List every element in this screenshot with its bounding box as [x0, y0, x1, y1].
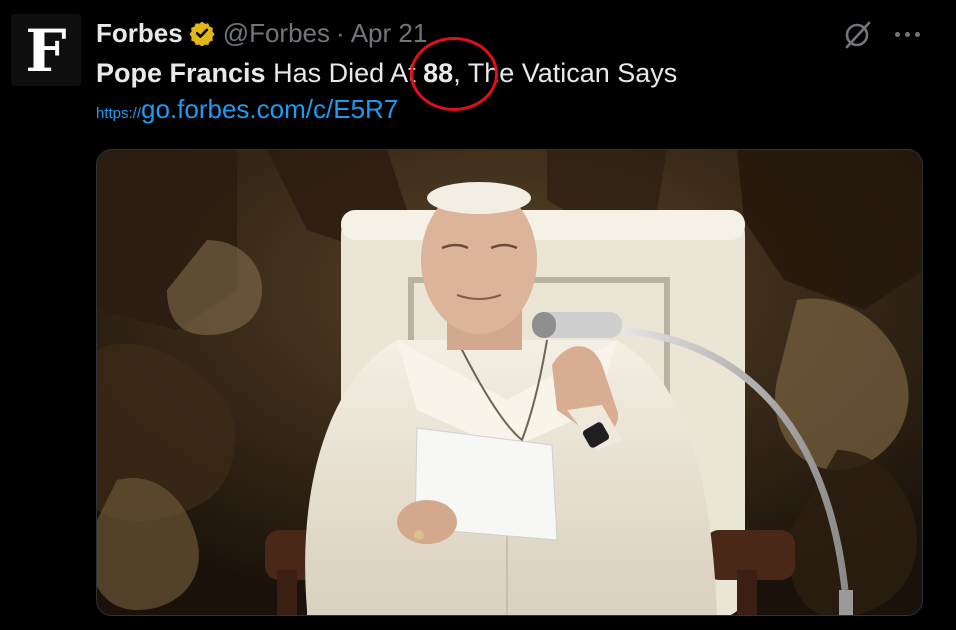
headline-mid: Has Died At [265, 58, 424, 88]
tweet-date[interactable]: Apr 21 [351, 18, 428, 49]
tweet-link[interactable]: https://go.forbes.com/c/E5R7 [96, 94, 398, 125]
dot [894, 31, 900, 37]
tweet-header: Forbes @Forbes · Apr 21 [96, 16, 427, 50]
photo-illustration [97, 150, 922, 615]
forbes-logo: F [25, 17, 67, 85]
link-prefix: https:// [96, 105, 142, 122]
grok-icon[interactable] [840, 18, 874, 52]
tweet-text: Pope Francis Has Died At 88, The Vatican… [96, 56, 677, 90]
link-path: go.forbes.com/c/E5R7 [141, 94, 399, 124]
headline-bold: Pope Francis [96, 58, 266, 88]
author-handle[interactable]: @Forbes [223, 18, 330, 49]
author-name[interactable]: Forbes [96, 18, 183, 49]
author-avatar[interactable]: F [11, 14, 81, 86]
verified-badge-icon [189, 21, 215, 46]
dot [914, 31, 920, 37]
red-annotation-circle [410, 37, 498, 111]
more-options-icon[interactable] [890, 20, 924, 48]
header-separator: · [336, 17, 345, 48]
dot [904, 31, 910, 37]
tweet-image[interactable] [96, 149, 923, 616]
